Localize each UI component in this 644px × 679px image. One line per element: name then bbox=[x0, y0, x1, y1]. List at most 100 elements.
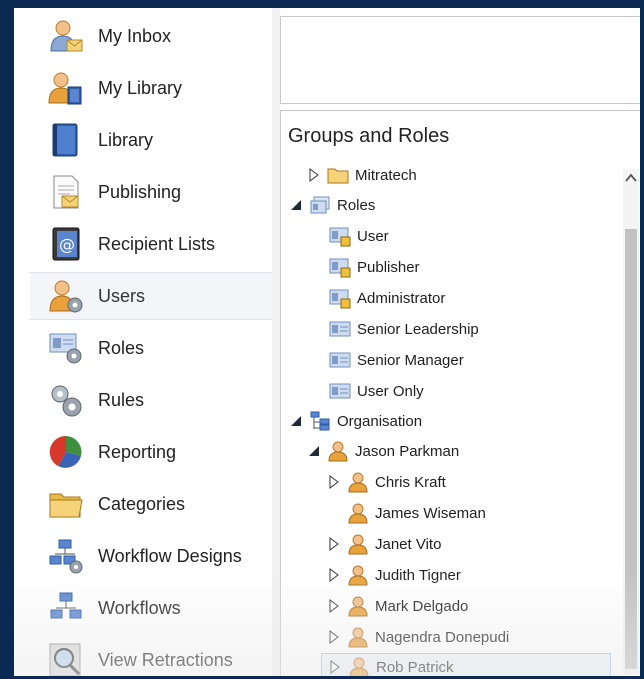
folder-icon bbox=[327, 168, 349, 184]
person-icon bbox=[328, 441, 348, 462]
person-icon bbox=[348, 596, 368, 617]
tree-node-label: Rob Patrick bbox=[376, 658, 454, 676]
tree-node-label: Mark Delgado bbox=[375, 597, 469, 615]
nav-item-my-library[interactable]: My Library bbox=[30, 64, 272, 112]
expanded-expander-icon[interactable] bbox=[289, 198, 303, 212]
collapsed-expander-icon[interactable] bbox=[307, 168, 321, 182]
nav-item-library[interactable]: Library bbox=[30, 116, 272, 164]
collapsed-expander-icon[interactable] bbox=[328, 660, 342, 674]
tree-node-mitratech[interactable]: Mitratech bbox=[307, 161, 417, 189]
tree-node-role-senior-leadership[interactable]: Senior Leadership bbox=[309, 315, 479, 343]
tree-node-label: Administrator bbox=[357, 289, 446, 307]
collapsed-expander-icon[interactable] bbox=[327, 475, 341, 489]
tree-node-label: Judith Tigner bbox=[375, 566, 461, 584]
nav-label: Publishing bbox=[98, 181, 182, 202]
tree-node-jason-parkman[interactable]: Jason Parkman bbox=[307, 437, 459, 465]
tree-node-label: Senior Leadership bbox=[357, 320, 479, 338]
role-card-icon bbox=[329, 352, 351, 368]
tree-node-label: Mitratech bbox=[355, 166, 417, 184]
person-icon bbox=[349, 657, 369, 676]
locked-role-icon bbox=[329, 289, 351, 309]
workflow-icon bbox=[50, 592, 82, 619]
nav-label: Workflows bbox=[98, 597, 181, 618]
tree-node-label: James Wiseman bbox=[375, 504, 486, 522]
person-icon bbox=[348, 565, 368, 586]
tree-node-role-administrator[interactable]: Administrator bbox=[309, 284, 445, 312]
expanded-expander-icon[interactable] bbox=[289, 414, 303, 428]
library-user-icon bbox=[48, 72, 82, 105]
nav-item-my-inbox[interactable]: My Inbox bbox=[30, 12, 272, 60]
tree-node-role-senior-manager[interactable]: Senior Manager bbox=[309, 346, 464, 374]
person-icon bbox=[348, 627, 368, 648]
nav-item-categories[interactable]: Categories bbox=[30, 480, 272, 528]
users-gear-icon bbox=[49, 280, 83, 313]
nav-label: Library bbox=[98, 129, 154, 150]
locked-role-icon bbox=[329, 227, 351, 247]
scrollbar-thumb[interactable] bbox=[625, 229, 637, 669]
nav-label: My Inbox bbox=[98, 25, 172, 46]
magnifier-icon bbox=[49, 643, 81, 676]
app-window: My Inbox My Library Library Publishing @… bbox=[14, 8, 640, 676]
tree-node-roles[interactable]: Roles bbox=[289, 191, 375, 219]
role-card-icon bbox=[329, 321, 351, 337]
nav-item-roles[interactable]: Roles bbox=[30, 324, 272, 372]
collapsed-expander-icon[interactable] bbox=[327, 599, 341, 613]
nav-item-workflows[interactable]: Workflows bbox=[30, 584, 272, 632]
nav-item-view-retractions[interactable]: View Retractions bbox=[30, 636, 272, 676]
nav-label: Users bbox=[98, 285, 146, 306]
splitter[interactable] bbox=[272, 8, 280, 676]
tree-node-judith-tigner[interactable]: Judith Tigner bbox=[327, 561, 461, 589]
tree-node-role-user-only[interactable]: User Only bbox=[309, 377, 424, 405]
navigation-pane: My Inbox My Library Library Publishing @… bbox=[14, 8, 272, 676]
collapsed-expander-icon[interactable] bbox=[327, 568, 341, 582]
tree-node-label: Janet Vito bbox=[375, 535, 442, 553]
tree-node-mark-delgado[interactable]: Mark Delgado bbox=[327, 592, 468, 620]
nav-label: Recipient Lists bbox=[98, 233, 216, 254]
person-icon bbox=[348, 472, 368, 493]
tree-node-role-user[interactable]: User bbox=[309, 222, 389, 250]
publishing-document-icon bbox=[53, 175, 79, 209]
roles-card-gear-icon bbox=[49, 333, 82, 364]
nav-item-users[interactable]: Users bbox=[30, 272, 272, 320]
tree-node-label: User Only bbox=[357, 382, 424, 400]
tree-node-chris-kraft[interactable]: Chris Kraft bbox=[327, 468, 446, 496]
role-card-icon bbox=[329, 383, 351, 399]
nav-label: Categories bbox=[98, 493, 186, 514]
tree-node-janet-vito[interactable]: Janet Vito bbox=[327, 530, 441, 558]
nav-label: Rules bbox=[98, 389, 145, 410]
pie-chart-icon bbox=[49, 435, 82, 468]
tree-node-label: Nagendra Donepudi bbox=[375, 628, 510, 646]
workflow-design-icon bbox=[49, 539, 83, 574]
nav-label: Roles bbox=[98, 337, 145, 358]
tree-node-nagendra-donepudi[interactable]: Nagendra Donepudi bbox=[327, 623, 509, 651]
tree-node-rob-patrick[interactable]: Rob Patrick bbox=[321, 653, 611, 676]
tree-node-organisation[interactable]: Organisation bbox=[289, 407, 422, 435]
nav-item-recipient-lists[interactable]: @ Recipient Lists bbox=[30, 220, 272, 268]
nav-item-rules[interactable]: Rules bbox=[30, 376, 272, 424]
tree-node-role-publisher[interactable]: Publisher bbox=[309, 253, 420, 281]
groups-and-roles-panel: Groups and Roles Mitratech Roles User Pu… bbox=[280, 110, 640, 676]
person-icon bbox=[348, 534, 368, 555]
tree-node-label: Chris Kraft bbox=[375, 473, 446, 491]
svg-text:@: @ bbox=[59, 235, 75, 254]
nav-item-reporting[interactable]: Reporting bbox=[30, 428, 272, 476]
nav-label: My Library bbox=[98, 77, 183, 98]
tree-node-james-wiseman[interactable]: James Wiseman bbox=[327, 499, 486, 527]
tree-node-label: Roles bbox=[337, 196, 376, 214]
nav-label: Reporting bbox=[98, 441, 177, 462]
roles-icon bbox=[310, 196, 330, 214]
folder-icon bbox=[49, 493, 83, 518]
expanded-expander-icon[interactable] bbox=[307, 444, 321, 458]
collapsed-expander-icon[interactable] bbox=[327, 537, 341, 551]
panel-title: Groups and Roles bbox=[288, 125, 450, 147]
person-icon bbox=[348, 503, 368, 524]
address-book-icon: @ bbox=[52, 227, 80, 261]
collapsed-expander-icon[interactable] bbox=[327, 630, 341, 644]
locked-role-icon bbox=[329, 258, 351, 278]
vertical-scrollbar[interactable] bbox=[623, 169, 639, 675]
tree-node-label: User bbox=[357, 227, 389, 245]
scroll-up-arrow-icon[interactable] bbox=[624, 171, 638, 185]
nav-item-workflow-designs[interactable]: Workflow Designs bbox=[30, 532, 272, 580]
tree-node-label: Senior Manager bbox=[357, 351, 464, 369]
nav-item-publishing[interactable]: Publishing bbox=[30, 168, 272, 216]
